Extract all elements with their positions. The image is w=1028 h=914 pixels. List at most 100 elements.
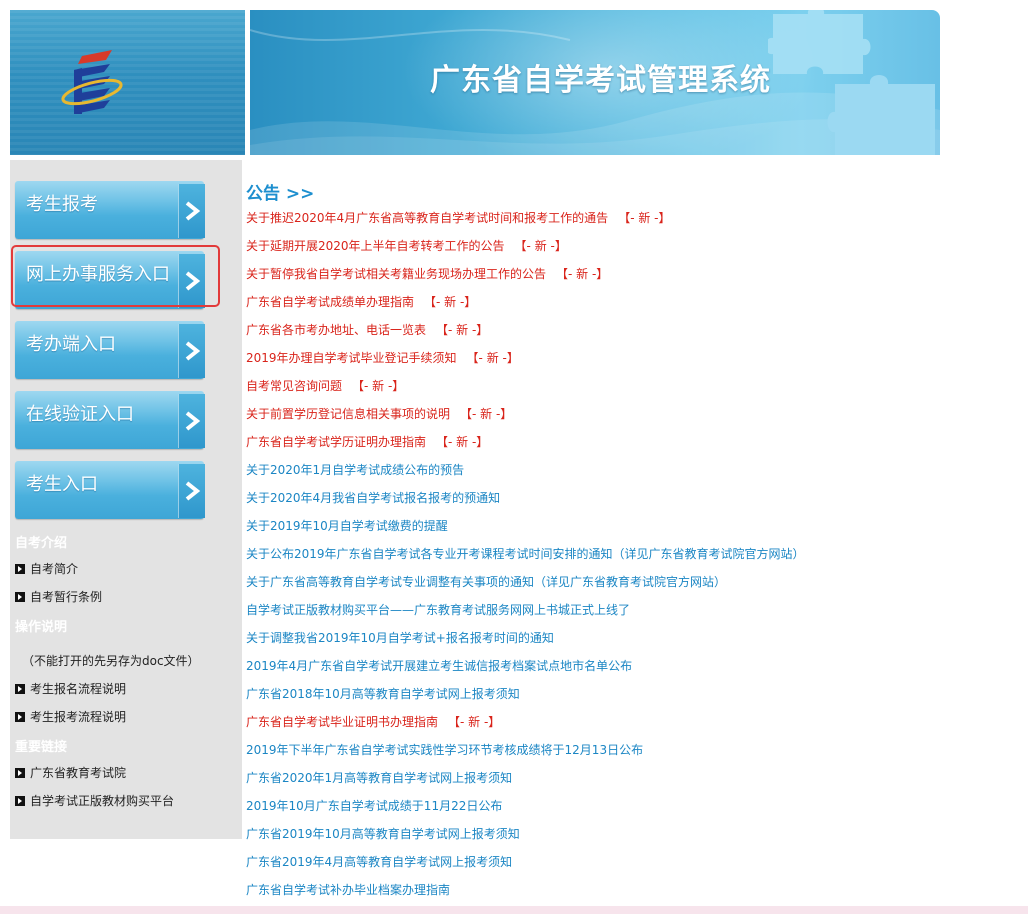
- new-badge: 【- 新 -】: [514, 239, 567, 253]
- notice-item: 关于推迟2020年4月广东省高等教育自学考试时间和报考工作的通告 【- 新 -】: [246, 209, 805, 237]
- highlight-box: [11, 245, 220, 307]
- notice-link[interactable]: 关于2020年4月我省自学考试报名报考的预通知: [246, 491, 500, 505]
- nav-button-label: 在线验证入口: [26, 404, 134, 425]
- notice-link[interactable]: 关于推迟2020年4月广东省高等教育自学考试时间和报考工作的通告: [246, 211, 608, 225]
- notice-link[interactable]: 广东省2018年10月高等教育自学考试网上报考须知: [246, 687, 520, 701]
- notice-item: 2019年下半年广东省自学考试实践性学习环节考核成绩将于12月13日公布: [246, 741, 805, 769]
- nav-button-label: 考生报考: [26, 194, 98, 215]
- new-badge: 【- 新 -】: [466, 351, 519, 365]
- notice-item: 关于2019年10月自学考试缴费的提醒: [246, 517, 805, 545]
- bullet-arrow-icon: [15, 768, 25, 778]
- notice-link[interactable]: 关于前置学历登记信息相关事项的说明: [246, 407, 450, 421]
- notice-item: 关于调整我省2019年10月自学考试+报名报考时间的通知: [246, 629, 805, 657]
- notice-item: 广东省自学考试毕业证明书办理指南 【- 新 -】: [246, 713, 805, 741]
- notice-item: 广东省2018年10月高等教育自学考试网上报考须知: [246, 685, 805, 713]
- sidebar-link-regulations[interactable]: 自考暂行条例: [15, 588, 102, 605]
- nav-button-label: 考生入口: [26, 474, 98, 495]
- notice-item: 广东省自学考试成绩单办理指南 【- 新 -】: [246, 293, 805, 321]
- notice-item: 广东省2019年10月高等教育自学考试网上报考须知: [246, 825, 805, 853]
- new-badge: 【- 新 -】: [436, 323, 489, 337]
- bullet-arrow-icon: [15, 712, 25, 722]
- section-title-intro: 自考介绍: [15, 536, 68, 551]
- sidebar-link-label: 考生报名流程说明: [30, 682, 127, 696]
- notice-link[interactable]: 2019年10月广东自学考试成绩于11月22日公布: [246, 799, 502, 813]
- bullet-arrow-icon: [15, 684, 25, 694]
- chevron-right-icon: [178, 184, 205, 238]
- new-badge: 【- 新 -】: [436, 435, 489, 449]
- notice-link[interactable]: 自学考试正版教材购买平台——广东教育考试服务网网上书城正式上线了: [246, 603, 630, 617]
- chevron-right-icon: [178, 394, 205, 448]
- notice-link[interactable]: 广东省2019年4月高等教育自学考试网上报考须知: [246, 855, 512, 869]
- puzzle-piece-icon: [827, 75, 935, 155]
- new-badge: 【- 新 -】: [618, 211, 671, 225]
- notice-item: 关于暂停我省自学考试相关考籍业务现场办理工作的公告 【- 新 -】: [246, 265, 805, 293]
- new-badge: 【- 新 -】: [424, 295, 477, 309]
- section-title-operations: 操作说明: [15, 620, 68, 635]
- notice-item: 关于广东省高等教育自学考试专业调整有关事项的通知（详见广东省教育考试院官方网站）: [246, 573, 805, 601]
- notice-item: 2019年4月广东省自学考试开展建立考生诚信报考档案试点地市名单公布: [246, 657, 805, 685]
- notice-item: 广东省自学考试学历证明办理指南 【- 新 -】: [246, 433, 805, 461]
- notice-link[interactable]: 自考常见咨询问题: [246, 379, 342, 393]
- notice-link[interactable]: 2019年办理自学考试毕业登记手续须知: [246, 351, 457, 365]
- notice-link[interactable]: 关于2020年1月自学考试成绩公布的预告: [246, 463, 464, 477]
- notice-item: 广东省自学考试补办毕业档案办理指南: [246, 881, 805, 909]
- notice-link[interactable]: 广东省自学考试成绩单办理指南: [246, 295, 414, 309]
- notice-item: 2019年办理自学考试毕业登记手续须知 【- 新 -】: [246, 349, 805, 377]
- bullet-arrow-icon: [15, 796, 25, 806]
- notice-link[interactable]: 广东省自学考试学历证明办理指南: [246, 435, 426, 449]
- chevron-right-icon: [178, 324, 205, 378]
- notice-item: 自考常见咨询问题 【- 新 -】: [246, 377, 805, 405]
- notice-link[interactable]: 关于延期开展2020年上半年自考转考工作的公告: [246, 239, 505, 253]
- notice-item: 广东省2020年1月高等教育自学考试网上报考须知: [246, 769, 805, 797]
- sidebar-link-education-exam-authority[interactable]: 广东省教育考试院: [15, 764, 126, 781]
- sidebar-link-registration-guide[interactable]: 考生报名流程说明: [15, 680, 126, 697]
- header-banner: 广东省自学考试管理系统: [250, 10, 940, 155]
- nav-button-exam-office[interactable]: 考办端入口: [15, 321, 205, 379]
- section-title-important-links: 重要链接: [15, 740, 68, 755]
- sidebar-link-label: 自学考试正版教材购买平台: [30, 794, 175, 808]
- notice-item: 2019年10月广东自学考试成绩于11月22日公布: [246, 797, 805, 825]
- sidebar-link-label: 自考简介: [30, 562, 79, 576]
- nav-button-exam-registration[interactable]: 考生报考: [15, 181, 205, 239]
- sidebar-link-intro[interactable]: 自考简介: [15, 560, 78, 577]
- nav-button-label: 考办端入口: [26, 334, 116, 355]
- notice-item: 关于2020年1月自学考试成绩公布的预告: [246, 461, 805, 489]
- notice-link[interactable]: 关于公布2019年广东省自学考试各专业开考课程考试时间安排的通知（详见广东省教育…: [246, 547, 805, 561]
- sidebar-link-exam-apply-guide[interactable]: 考生报考流程说明: [15, 708, 126, 725]
- notice-link[interactable]: 广东省各市考办地址、电话一览表: [246, 323, 426, 337]
- notice-link[interactable]: 关于调整我省2019年10月自学考试+报名报考时间的通知: [246, 631, 554, 645]
- notice-link[interactable]: 广东省2019年10月高等教育自学考试网上报考须知: [246, 827, 520, 841]
- sidebar-link-textbook-platform[interactable]: 自学考试正版教材购买平台: [15, 792, 174, 809]
- chevron-right-icon: [178, 464, 205, 518]
- new-badge: 【- 新 -】: [556, 267, 609, 281]
- notice-heading: 公告 >>: [246, 184, 315, 204]
- notice-link[interactable]: 广东省自学考试毕业证明书办理指南: [246, 715, 438, 729]
- bullet-arrow-icon: [15, 564, 25, 574]
- logo-panel: [10, 10, 245, 155]
- notice-item: 关于前置学历登记信息相关事项的说明 【- 新 -】: [246, 405, 805, 433]
- notice-link[interactable]: 2019年下半年广东省自学考试实践性学习环节考核成绩将于12月13日公布: [246, 743, 643, 757]
- notice-link[interactable]: 关于广东省高等教育自学考试专业调整有关事项的通知（详见广东省教育考试院官方网站）: [246, 575, 726, 589]
- notice-link[interactable]: 2019年4月广东省自学考试开展建立考生诚信报考档案试点地市名单公布: [246, 659, 632, 673]
- notice-item: 关于2020年4月我省自学考试报名报考的预通知: [246, 489, 805, 517]
- logo-panel-texture: [10, 10, 245, 155]
- notice-link[interactable]: 广东省2020年1月高等教育自学考试网上报考须知: [246, 771, 512, 785]
- new-badge: 【- 新 -】: [352, 379, 405, 393]
- notice-item: 广东省2019年4月高等教育自学考试网上报考须知: [246, 853, 805, 881]
- exam-authority-logo-icon: [61, 50, 123, 114]
- notice-list: 关于推迟2020年4月广东省高等教育自学考试时间和报考工作的通告 【- 新 -】关…: [246, 209, 805, 909]
- notice-link[interactable]: 关于2019年10月自学考试缴费的提醒: [246, 519, 448, 533]
- notice-item: 广东省各市考办地址、电话一览表 【- 新 -】: [246, 321, 805, 349]
- nav-button-online-verification[interactable]: 在线验证入口: [15, 391, 205, 449]
- sidebar-link-label: 广东省教育考试院: [30, 766, 127, 780]
- notice-item: 关于延期开展2020年上半年自考转考工作的公告 【- 新 -】: [246, 237, 805, 265]
- notice-link[interactable]: 关于暂停我省自学考试相关考籍业务现场办理工作的公告: [246, 267, 546, 281]
- bullet-arrow-icon: [15, 592, 25, 602]
- notice-item: 自学考试正版教材购买平台——广东教育考试服务网网上书城正式上线了: [246, 601, 805, 629]
- new-badge: 【- 新 -】: [460, 407, 513, 421]
- nav-button-candidate-portal[interactable]: 考生入口: [15, 461, 205, 519]
- new-badge: 【- 新 -】: [448, 715, 501, 729]
- sidebar-link-label: 自考暂行条例: [30, 590, 103, 604]
- notice-link[interactable]: 广东省自学考试补办毕业档案办理指南: [246, 883, 450, 897]
- operations-note: （不能打开的先另存为doc文件）: [22, 654, 200, 668]
